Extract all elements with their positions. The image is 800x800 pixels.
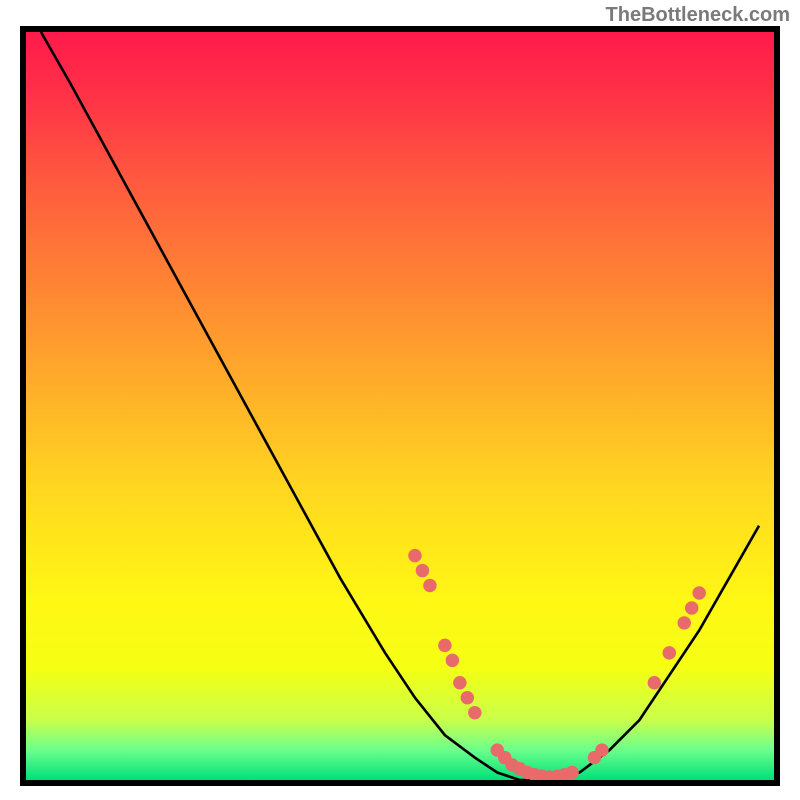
curve-marker [565, 766, 578, 779]
curve-marker [663, 646, 676, 659]
curve-marker [461, 691, 474, 704]
curve-marker [648, 676, 661, 689]
curve-path [41, 32, 759, 780]
plot-frame [20, 26, 780, 786]
bottleneck-curve [41, 32, 759, 780]
curve-marker [438, 639, 451, 652]
curve-marker [408, 549, 421, 562]
curve-marker [453, 676, 466, 689]
chart-container: TheBottleneck.com [0, 0, 800, 800]
curve-marker [685, 601, 698, 614]
curve-marker [416, 564, 429, 577]
curve-markers [408, 549, 706, 780]
curve-marker [423, 579, 436, 592]
curve-marker [595, 743, 608, 756]
curve-marker [692, 586, 705, 599]
curve-layer [26, 32, 774, 780]
curve-marker [446, 654, 459, 667]
curve-marker [678, 616, 691, 629]
curve-marker [468, 706, 481, 719]
attribution-text: TheBottleneck.com [606, 4, 790, 27]
